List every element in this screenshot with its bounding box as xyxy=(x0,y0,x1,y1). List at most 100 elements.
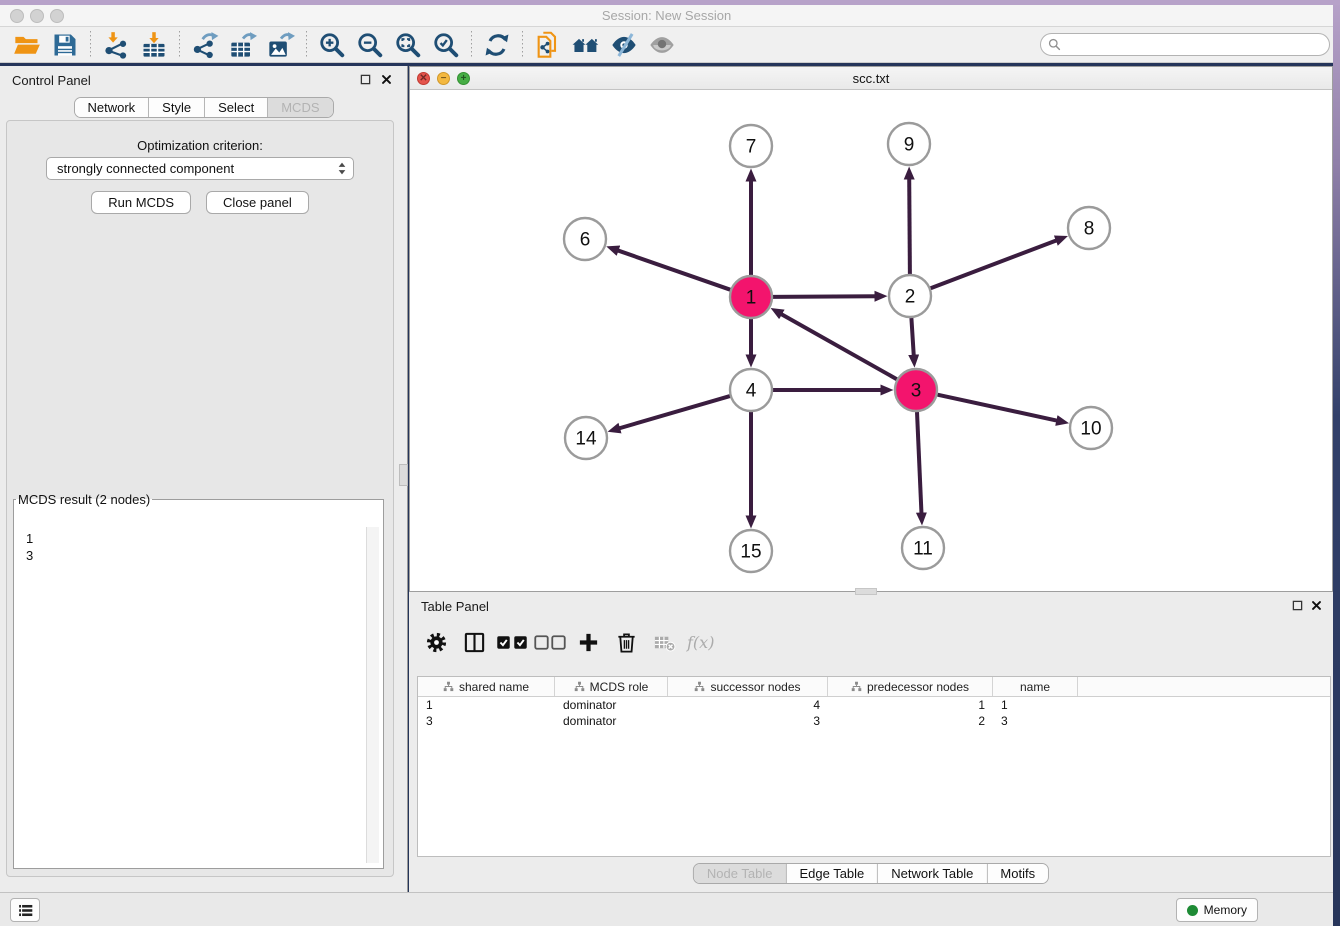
cell-MCDS-role[interactable]: dominator xyxy=(555,697,668,713)
graph-node-10[interactable]: 10 xyxy=(1070,407,1112,449)
refresh-icon[interactable] xyxy=(478,29,516,61)
columns-icon[interactable] xyxy=(457,628,491,656)
zoom-out-icon[interactable] xyxy=(351,29,389,61)
tab-select[interactable]: Select xyxy=(205,98,268,117)
edge-2-3[interactable] xyxy=(911,318,913,356)
column-header-shared-name[interactable]: shared name xyxy=(418,677,555,696)
export-network-icon[interactable] xyxy=(186,29,224,61)
edge-3-10[interactable] xyxy=(938,395,1058,421)
float-table-panel-icon[interactable] xyxy=(1291,599,1304,612)
edge-2-8[interactable] xyxy=(931,240,1058,288)
tab-network[interactable]: Network xyxy=(74,98,149,117)
edge-1-2[interactable] xyxy=(773,296,876,297)
network-window-titlebar[interactable]: ✕ − + scc.txt xyxy=(410,67,1332,90)
graph-node-4[interactable]: 4 xyxy=(730,369,772,411)
close-panel-icon[interactable] xyxy=(380,73,393,86)
network-canvas[interactable]: 7 9 6 8 1 2 4 3 14 10 15 11 xyxy=(410,90,1332,591)
cell-predecessor-nodes[interactable]: 2 xyxy=(828,713,993,729)
edge-1-6[interactable] xyxy=(617,250,730,290)
cell-MCDS-role[interactable]: dominator xyxy=(555,713,668,729)
table-row[interactable]: 1dominator411 xyxy=(418,697,1330,713)
export-table-icon[interactable] xyxy=(224,29,262,61)
graph-node-8[interactable]: 8 xyxy=(1068,207,1110,249)
cell-predecessor-nodes[interactable]: 1 xyxy=(828,697,993,713)
column-header-successor-nodes[interactable]: successor nodes xyxy=(668,677,828,696)
tab-motifs[interactable]: Motifs xyxy=(987,864,1048,883)
table-row[interactable]: 3dominator323 xyxy=(418,713,1330,729)
table-panel: Table Panel f(x) shared nameMCDS rolesuc… xyxy=(409,592,1333,892)
tab-edge-table[interactable]: Edge Table xyxy=(786,864,878,883)
close-panel-button[interactable]: Close panel xyxy=(206,191,309,214)
node-table-header: shared name MCDS role successor nodesprede… xyxy=(418,677,1330,697)
horizontal-splitter-handle[interactable] xyxy=(855,588,877,595)
table-toolbar: f(x) xyxy=(419,626,719,658)
homes-icon[interactable] xyxy=(567,29,605,61)
graph-node-6[interactable]: 6 xyxy=(564,218,606,260)
column-header-MCDS-role[interactable]: MCDS role xyxy=(555,677,668,696)
graph-node-15[interactable]: 15 xyxy=(730,530,772,572)
import-network-icon[interactable] xyxy=(97,29,135,61)
svg-text:f(x): f(x) xyxy=(686,633,714,652)
network-file-icon[interactable] xyxy=(529,29,567,61)
checked-boxes-icon[interactable] xyxy=(495,628,529,656)
column-header-predecessor-nodes[interactable]: predecessor nodes xyxy=(828,677,993,696)
memory-label: Memory xyxy=(1204,903,1247,917)
criterion-select[interactable]: strongly connected component xyxy=(46,157,354,180)
trash-icon[interactable] xyxy=(609,628,643,656)
cell-name[interactable]: 1 xyxy=(993,697,1078,713)
cell-shared-name[interactable]: 1 xyxy=(418,697,555,713)
edge-3-1[interactable] xyxy=(781,314,897,380)
criterion-value: strongly connected component xyxy=(57,161,337,176)
main-toolbar xyxy=(0,27,1333,63)
tab-network-table[interactable]: Network Table xyxy=(878,864,987,883)
column-label: MCDS role xyxy=(590,680,649,694)
column-header-name[interactable]: name xyxy=(993,677,1078,696)
memory-status-icon xyxy=(1187,905,1198,916)
zoom-selected-icon[interactable] xyxy=(427,29,465,61)
result-scrollbar[interactable] xyxy=(366,527,379,863)
edge-3-11[interactable] xyxy=(917,412,922,514)
graph-node-9[interactable]: 9 xyxy=(888,123,930,165)
plus-icon[interactable] xyxy=(571,628,605,656)
search-field[interactable] xyxy=(1040,33,1330,56)
unchecked-boxes-icon[interactable] xyxy=(533,628,567,656)
edge-4-14[interactable] xyxy=(619,396,730,428)
export-image-icon[interactable] xyxy=(262,29,300,61)
float-panel-icon[interactable] xyxy=(359,73,372,86)
task-history-button[interactable] xyxy=(10,898,40,922)
edge-2-9[interactable] xyxy=(909,178,910,274)
tab-mcds[interactable]: MCDS xyxy=(268,98,332,117)
mcds-result-item: 1 xyxy=(26,530,358,547)
graph-node-3[interactable]: 3 xyxy=(895,369,937,411)
cell-successor-nodes[interactable]: 4 xyxy=(668,697,828,713)
cell-name[interactable]: 3 xyxy=(993,713,1078,729)
zoom-fit-icon[interactable] xyxy=(389,29,427,61)
column-label: name xyxy=(1020,680,1050,694)
tab-node-table[interactable]: Node Table xyxy=(694,864,787,883)
node-label: 10 xyxy=(1080,419,1101,440)
open-folder-icon[interactable] xyxy=(8,29,46,61)
zoom-in-icon[interactable] xyxy=(313,29,351,61)
graph-node-7[interactable]: 7 xyxy=(730,125,772,167)
mcds-result-box: MCDS result (2 nodes) 13 xyxy=(13,492,384,869)
vertical-splitter-handle[interactable] xyxy=(399,464,408,486)
memory-button[interactable]: Memory xyxy=(1176,898,1258,922)
run-mcds-button[interactable]: Run MCDS xyxy=(91,191,191,214)
gear-icon[interactable] xyxy=(419,628,453,656)
cell-successor-nodes[interactable]: 3 xyxy=(668,713,828,729)
control-panel: Control Panel NetworkStyleSelectMCDS Opt… xyxy=(0,66,408,892)
graph-node-2[interactable]: 2 xyxy=(889,275,931,317)
vizmap-eye-icon[interactable] xyxy=(605,29,643,61)
graph-node-14[interactable]: 14 xyxy=(565,417,607,459)
node-label: 6 xyxy=(580,230,591,251)
search-input[interactable] xyxy=(1065,36,1329,54)
cell-shared-name[interactable]: 3 xyxy=(418,713,555,729)
import-table-icon[interactable] xyxy=(135,29,173,61)
graph-node-1[interactable]: 1 xyxy=(730,276,772,318)
close-table-panel-icon[interactable] xyxy=(1310,599,1323,612)
toolbar-separator xyxy=(179,31,180,59)
save-icon[interactable] xyxy=(46,29,84,61)
node-label: 15 xyxy=(740,542,761,563)
graph-node-11[interactable]: 11 xyxy=(902,527,944,569)
tab-style[interactable]: Style xyxy=(149,98,205,117)
